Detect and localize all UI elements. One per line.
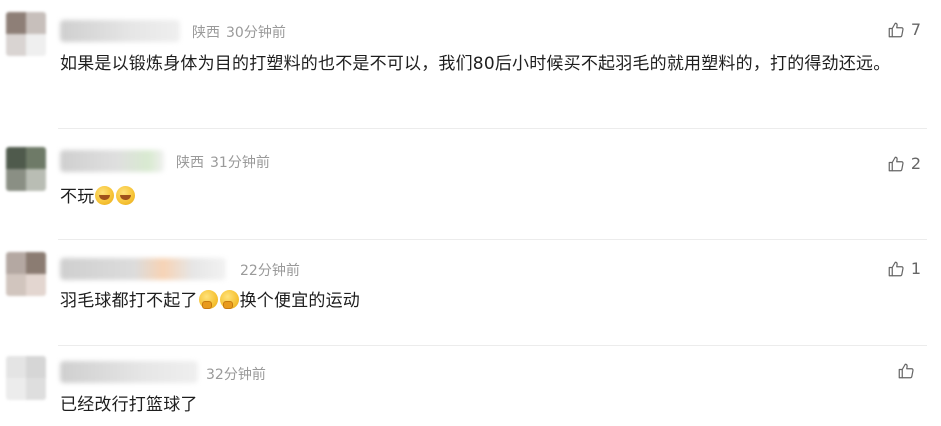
- like-button[interactable]: 7: [887, 20, 921, 39]
- username-redacted: [60, 150, 164, 172]
- avatar[interactable]: [6, 252, 46, 296]
- comment-meta: 陕西 30分钟前: [192, 22, 292, 42]
- thumbs-up-icon: [888, 261, 904, 276]
- comment-time: 31分钟前: [210, 155, 270, 171]
- comment-time: 22分钟前: [240, 263, 300, 279]
- username-redacted: [60, 361, 198, 383]
- like-count: 1: [910, 259, 921, 278]
- like-button[interactable]: 1: [887, 259, 921, 278]
- username-redacted: [60, 258, 226, 280]
- comment-meta: 32分钟前: [206, 364, 272, 384]
- comment-meta: 22分钟前: [234, 260, 306, 280]
- laugh-emoji-icon: [95, 186, 115, 205]
- like-button[interactable]: [897, 362, 921, 380]
- comment-meta: 陕西 31分钟前: [176, 152, 276, 172]
- thumbs-up-icon: [888, 156, 904, 171]
- laugh-emoji-icon: [116, 186, 136, 205]
- thumbs-up-icon: [898, 363, 914, 379]
- comment-location: 陕西: [176, 155, 204, 171]
- comment-item: 32分钟前 已经改行打篮球了: [0, 346, 941, 426]
- thinking-emoji-icon: [219, 290, 239, 309]
- like-count: 7: [910, 20, 921, 39]
- comment-time: 32分钟前: [206, 367, 266, 383]
- comment-item: 陕西 30分钟前 7 如果是以锻炼身体为目的打塑料的也不是不可以，我们80后小时候…: [0, 0, 941, 128]
- comment-text-after: 换个便宜的运动: [239, 291, 361, 311]
- thumbs-up-icon: [888, 22, 904, 37]
- comment-item: 22分钟前 1 羽毛球都打不起了 换个便宜的运动: [0, 240, 941, 345]
- like-button[interactable]: 2: [887, 154, 921, 173]
- avatar[interactable]: [6, 147, 46, 191]
- comment-item: 陕西 31分钟前 2 不玩: [0, 129, 941, 239]
- comment-text-body: 不玩: [60, 187, 95, 207]
- comment-location: 陕西: [192, 25, 220, 41]
- avatar[interactable]: [6, 12, 46, 56]
- comment-text-before: 羽毛球都打不起了: [60, 291, 198, 311]
- avatar[interactable]: [6, 356, 46, 400]
- comment-text: 如果是以锻炼身体为目的打塑料的也不是不可以，我们80后小时候买不起羽毛的就用塑料…: [60, 54, 891, 74]
- comment-list: 陕西 30分钟前 7 如果是以锻炼身体为目的打塑料的也不是不可以，我们80后小时候…: [0, 0, 941, 426]
- username-redacted: [60, 20, 180, 42]
- comment-text: 已经改行打篮球了: [60, 395, 198, 415]
- comment-text: 不玩: [60, 182, 921, 213]
- thinking-emoji-icon: [198, 290, 218, 309]
- like-count: 2: [910, 154, 921, 173]
- comment-text: 羽毛球都打不起了 换个便宜的运动: [60, 286, 921, 317]
- comment-time: 30分钟前: [226, 25, 286, 41]
